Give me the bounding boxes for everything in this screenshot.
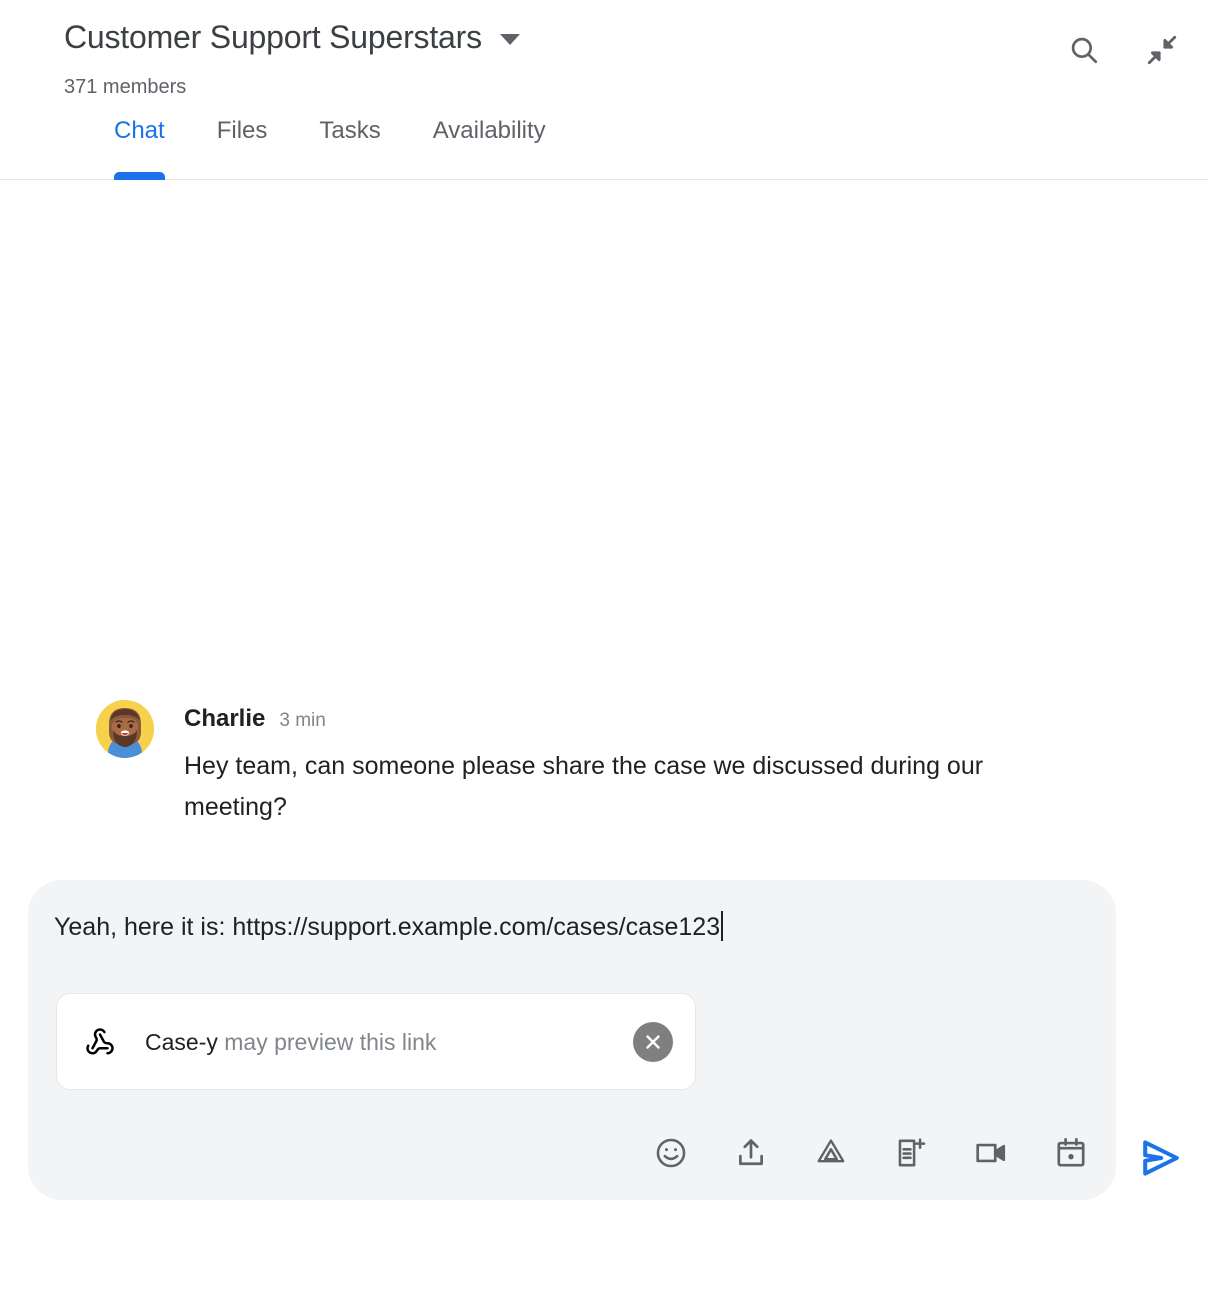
room-tabs: Chat Files Tasks Availability (0, 116, 572, 180)
composer-input-value: Yeah, here it is: https://support.exampl… (54, 913, 721, 941)
message-timestamp: 3 min (279, 710, 326, 731)
link-preview-app-name: Case-y (145, 1028, 218, 1055)
message-text: Hey team, can someone please share the c… (184, 752, 984, 821)
avatar[interactable] (96, 700, 154, 758)
tab-files-label: Files (216, 117, 268, 144)
message-body: Charlie 3 min Hey team, can someone plea… (184, 700, 1106, 828)
new-doc-icon[interactable] (890, 1132, 932, 1174)
composer-toolbar (650, 1132, 1092, 1174)
tab-files[interactable]: Files (191, 116, 294, 180)
chat-room-panel: Customer Support Superstars 371 members (0, 0, 1208, 1290)
composer-input[interactable]: Yeah, here it is: https://support.exampl… (54, 908, 724, 946)
webhook-icon (83, 1025, 117, 1059)
tab-chat[interactable]: Chat (88, 116, 191, 180)
search-icon[interactable] (1064, 30, 1104, 70)
text-caret (721, 911, 724, 941)
tab-availability[interactable]: Availability (407, 116, 572, 180)
close-icon[interactable] (633, 1021, 673, 1062)
link-preview-text: Case-y may preview this link (145, 1027, 633, 1057)
collapse-icon[interactable] (1142, 30, 1182, 70)
upload-icon[interactable] (730, 1132, 772, 1174)
link-preview-chip[interactable]: Case-y may preview this link (56, 993, 696, 1090)
message-author: Charlie (184, 705, 266, 732)
tab-availability-label: Availability (432, 117, 546, 144)
room-title-row[interactable]: Customer Support Superstars (64, 16, 520, 58)
video-icon[interactable] (970, 1132, 1012, 1174)
header-actions (1064, 30, 1182, 70)
message-header: Charlie 3 min (184, 704, 1106, 734)
link-preview-suffix: may preview this link (217, 1028, 437, 1055)
page-title: Customer Support Superstars (64, 19, 482, 55)
message-composer[interactable]: Yeah, here it is: https://support.exampl… (28, 880, 1116, 1200)
chevron-down-icon[interactable] (499, 33, 520, 45)
room-header: Customer Support Superstars 371 members (0, 0, 1208, 180)
tab-chat-label: Chat (114, 117, 165, 144)
tab-tasks-label: Tasks (319, 117, 381, 144)
member-count: 371 members (64, 76, 187, 98)
emoji-icon[interactable] (650, 1132, 692, 1174)
send-icon[interactable] (1134, 1132, 1186, 1184)
drive-icon[interactable] (810, 1132, 852, 1174)
message-item: Charlie 3 min Hey team, can someone plea… (96, 700, 1106, 828)
tab-tasks[interactable]: Tasks (293, 116, 406, 180)
calendar-icon[interactable] (1050, 1132, 1092, 1174)
